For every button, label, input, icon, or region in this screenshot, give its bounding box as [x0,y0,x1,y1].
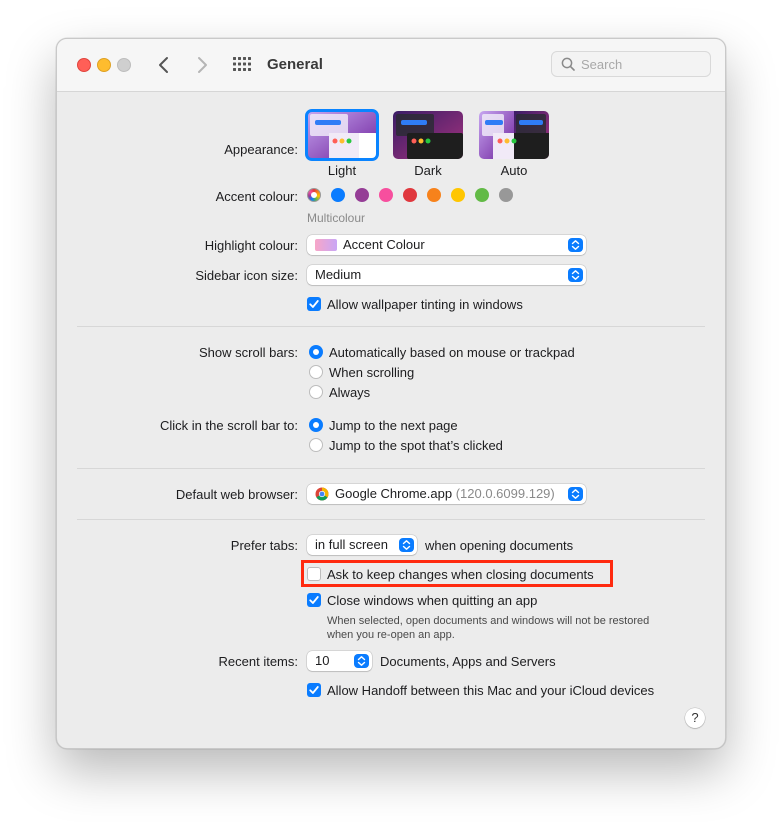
dark-theme-preview [393,111,463,159]
accent-yellow-swatch[interactable] [451,188,465,202]
chevron-right-icon [198,57,207,73]
help-button[interactable]: ? [685,708,705,728]
scroll-click-next-page-radio[interactable] [309,418,323,432]
handoff-checkbox[interactable] [307,683,321,697]
highlight-colour-label: Highlight colour: [204,238,298,253]
accent-graphite-swatch[interactable] [499,188,513,202]
accent-green-swatch[interactable] [475,188,489,202]
search-field[interactable] [551,51,711,77]
scroll-bars-automatic-radio[interactable] [309,345,323,359]
appearance-label: Appearance: [224,142,298,157]
highlight-colour-value: Accent Colour [343,237,425,252]
scroll-bars-automatic-label: Automatically based on mouse or trackpad [329,345,575,360]
accent-multicolour-swatch[interactable] [307,188,321,202]
selected-dot [311,192,317,198]
divider [77,519,705,520]
accent-selected-name: Multicolour [307,211,366,225]
browser-app-name: Google Chrome.app [335,486,453,501]
chrome-icon [315,487,329,501]
appearance-light-thumbnail[interactable] [305,109,379,161]
ask-keep-changes-label: Ask to keep changes when closing documen… [327,567,594,582]
minimize-window-button[interactable] [97,58,111,72]
appearance-auto-thumbnail[interactable] [479,111,549,159]
zoom-window-button[interactable] [117,58,131,72]
divider [77,468,705,469]
auto-label: Auto [500,163,528,178]
accent-red-swatch[interactable] [403,188,417,202]
close-windows-checkbox[interactable] [307,593,321,607]
recent-items-value: 10 [315,653,330,668]
light-label: Light [327,163,357,178]
sidebar-icon-size-label: Sidebar icon size: [195,268,298,283]
scroll-click-label: Click in the scroll bar to: [160,418,298,433]
search-input[interactable] [581,56,701,72]
popup-stepper [568,268,583,282]
wallpaper-tinting-checkbox[interactable] [307,297,321,311]
prefer-tabs-suffix: when opening documents [425,538,574,553]
wallpaper-tinting-label: Allow wallpaper tinting in windows [327,297,523,312]
back-button[interactable] [153,54,175,76]
close-window-button[interactable] [77,58,91,72]
checkmark-icon [309,300,319,308]
scroll-click-spot-label: Jump to the spot that’s clicked [329,438,503,453]
scroll-bars-always-label: Always [329,385,371,400]
chevron-left-icon [159,57,168,73]
scroll-bars-when-scrolling-radio[interactable] [309,365,323,379]
accent-orange-swatch[interactable] [427,188,441,202]
popup-stepper [354,654,369,668]
show-all-grid-button[interactable] [233,57,251,71]
recent-items-suffix: Documents, Apps and Servers [380,654,556,669]
accent-colour-label: Accent colour: [215,189,298,204]
scroll-bars-when-scrolling-label: When scrolling [329,365,415,380]
highlight-swatch [315,239,337,251]
updown-chevron-icon [571,270,580,280]
search-icon [561,57,575,71]
highlight-colour-popup[interactable]: Accent Colour [307,235,586,255]
updown-chevron-icon [571,489,580,499]
browser-version: (120.0.6099.129) [455,486,555,501]
scroll-click-spot-radio[interactable] [309,438,323,452]
checkmark-icon [309,686,319,694]
show-scroll-bars-label: Show scroll bars: [199,345,298,360]
scroll-click-next-page-label: Jump to the next page [329,418,458,433]
updown-chevron-icon [402,540,411,550]
updown-chevron-icon [571,240,580,250]
default-browser-value: Google Chrome.app (120.0.6099.129) [335,486,555,501]
default-browser-popup[interactable]: Google Chrome.app (120.0.6099.129) [307,484,586,504]
popup-stepper [568,238,583,252]
light-theme-preview [307,111,377,159]
recent-items-label: Recent items: [218,654,298,669]
accent-purple-swatch[interactable] [355,188,369,202]
recent-items-popup[interactable]: 10 [307,651,372,671]
prefer-tabs-value: in full screen [315,537,388,552]
close-windows-note-line2: when you re-open an app. [327,629,455,641]
updown-chevron-icon [357,656,366,666]
checkmark-icon [309,596,319,604]
dark-label: Dark [414,163,442,178]
appearance-dark-thumbnail[interactable] [393,111,463,159]
accent-pink-swatch[interactable] [379,188,393,202]
prefer-tabs-label: Prefer tabs: [230,538,298,553]
popup-stepper [399,538,414,552]
handoff-label: Allow Handoff between this Mac and your … [327,683,655,698]
accent-blue-swatch[interactable] [331,188,345,202]
window-title: General [267,56,323,73]
auto-theme-preview [479,111,549,159]
divider [77,326,705,327]
default-browser-label: Default web browser: [175,487,298,502]
forward-button[interactable] [191,54,213,76]
sidebar-icon-size-popup[interactable]: Medium [307,265,586,285]
popup-stepper [568,487,583,501]
sidebar-icon-size-value: Medium [315,267,362,282]
ask-keep-changes-checkbox[interactable] [307,567,321,581]
close-windows-label: Close windows when quitting an app [327,593,538,608]
general-preferences-window: General Appearance: [56,38,726,749]
grid-icon [233,57,251,71]
scroll-bars-always-radio[interactable] [309,385,323,399]
titlebar: General [57,39,725,92]
prefer-tabs-popup[interactable]: in full screen [307,535,417,555]
close-windows-note-line1: When selected, open documents and window… [327,615,650,627]
